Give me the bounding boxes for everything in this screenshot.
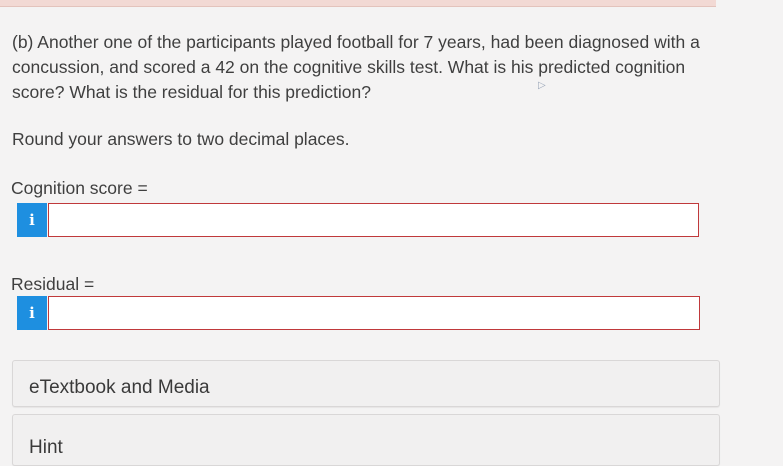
cognition-score-field: i <box>17 203 699 237</box>
info-icon[interactable]: i <box>17 203 47 237</box>
residual-label: Residual = <box>11 274 95 294</box>
mouse-cursor-icon: ▷ <box>538 80 546 91</box>
cognition-score-label: Cognition score = <box>11 178 148 198</box>
previous-part-strip <box>0 0 716 7</box>
hint-panel[interactable]: Hint <box>12 414 720 466</box>
residual-field: i <box>17 296 700 330</box>
residual-input[interactable] <box>48 296 700 330</box>
hint-label: Hint <box>29 437 63 458</box>
info-icon[interactable]: i <box>17 296 47 330</box>
etextbook-media-label: eTextbook and Media <box>29 377 210 398</box>
cognition-score-input[interactable] <box>48 203 699 237</box>
question-text: (b) Another one of the participants play… <box>12 32 700 102</box>
rounding-instruction: Round your answers to two decimal places… <box>12 129 350 149</box>
etextbook-media-panel[interactable]: eTextbook and Media <box>12 360 720 407</box>
